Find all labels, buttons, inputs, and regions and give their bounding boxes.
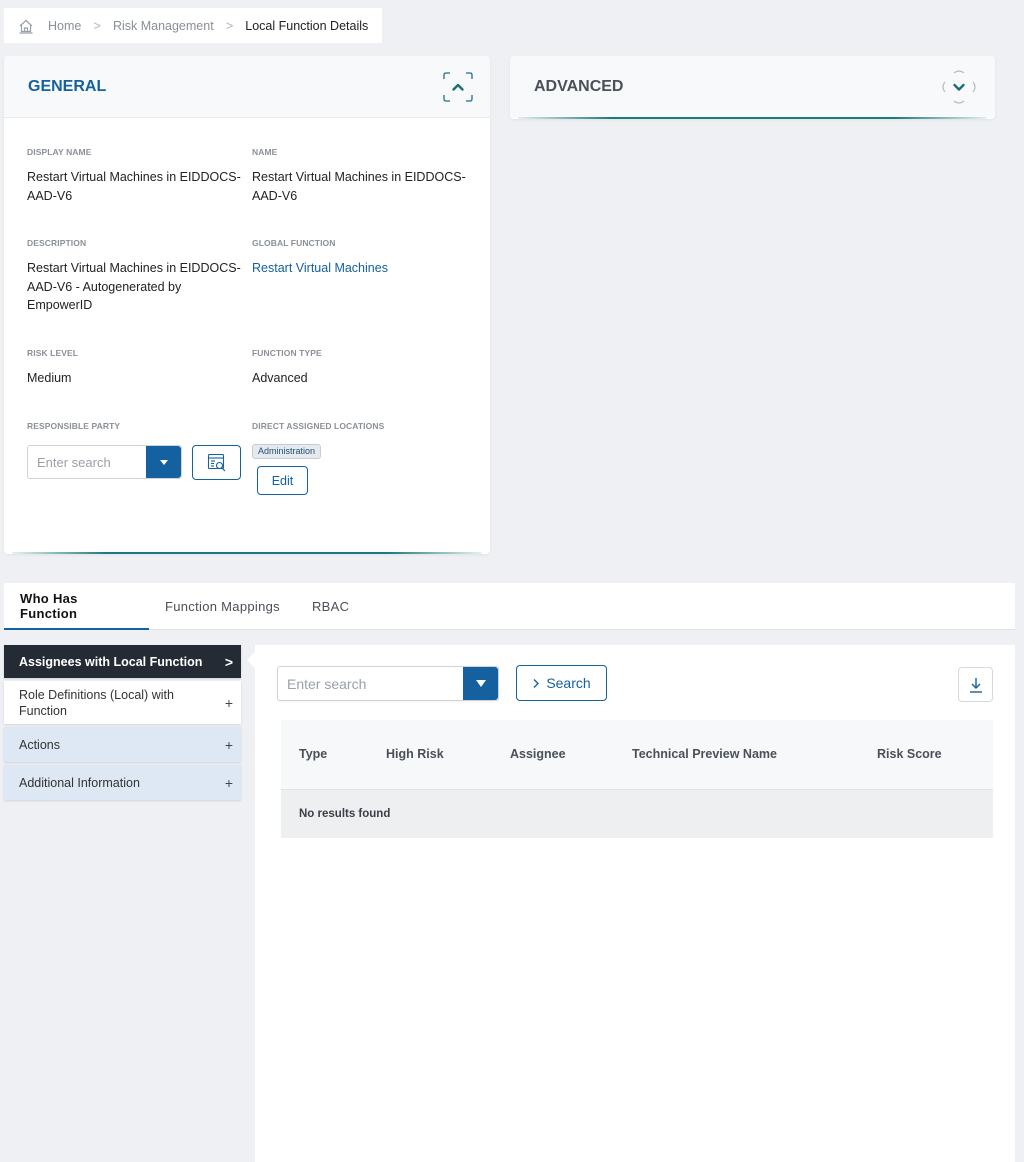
advanced-title: ADVANCED	[534, 78, 624, 95]
description-value: Restart Virtual Machines in EIDDOCS-AAD-…	[27, 261, 241, 312]
function-type-label: FUNCTION TYPE	[252, 348, 322, 358]
sidebar-item-role-definitions[interactable]: Role Definitions (Local) with Function +	[4, 681, 241, 724]
caret-down-icon	[159, 459, 168, 465]
edit-locations-button[interactable]: Edit	[257, 466, 308, 495]
column-header-technical-preview-name[interactable]: Technical Preview Name	[632, 747, 777, 761]
card-accent-line	[12, 552, 482, 554]
caret-down-icon	[475, 680, 486, 687]
display-name-label: DISPLAY NAME	[27, 147, 92, 157]
direct-locations-field: DIRECT ASSIGNED LOCATIONS	[252, 421, 472, 431]
search-button[interactable]: Search	[516, 665, 607, 701]
global-function-link[interactable]: Restart Virtual Machines	[252, 259, 472, 278]
general-card-header: GENERAL	[4, 56, 490, 118]
risk-level-field: RISK LEVEL Medium	[27, 348, 247, 388]
column-header-high-risk[interactable]: High Risk	[386, 747, 444, 761]
function-type-field: FUNCTION TYPE Advanced	[252, 348, 472, 388]
advanced-card: ADVANCED	[510, 56, 995, 119]
sidebar-item-label: Additional Information	[19, 775, 140, 790]
grid-search-input[interactable]: Enter search	[278, 667, 463, 700]
tab-who-has-function[interactable]: Who Has Function	[4, 583, 149, 630]
global-function-field: GLOBAL FUNCTION Restart Virtual Machines	[252, 238, 472, 278]
results-panel: Enter search Search Type High Risk Assig…	[255, 645, 1015, 1162]
tab-bar: Who Has Function Function Mappings RBAC	[4, 583, 1015, 630]
empty-results-message: No results found	[281, 790, 993, 838]
sidebar-item-additional-information[interactable]: Additional Information +	[4, 765, 241, 800]
collapse-button[interactable]	[443, 71, 473, 102]
chevron-down-icon	[942, 70, 976, 104]
column-header-assignee[interactable]: Assignee	[510, 747, 566, 761]
list-search-icon	[207, 453, 225, 471]
risk-level-label: RISK LEVEL	[27, 348, 79, 358]
general-card: GENERAL DISPLAY NAME Restart Virtual Mac…	[4, 56, 490, 554]
download-icon	[969, 677, 982, 693]
search-button-label: Search	[546, 675, 591, 691]
sidebar-item-label: Actions	[19, 737, 60, 752]
home-icon[interactable]	[18, 18, 34, 34]
location-tag: Administration	[252, 444, 322, 459]
direct-locations-label: DIRECT ASSIGNED LOCATIONS	[252, 421, 385, 431]
panel-pointer	[247, 652, 255, 668]
breadcrumb: Home > Risk Management > Local Function …	[4, 8, 382, 43]
responsible-party-label: RESPONSIBLE PARTY	[27, 421, 121, 431]
grid-search-dropdown-button[interactable]	[463, 667, 498, 700]
description-label: DESCRIPTION	[27, 238, 87, 248]
sidebar-item-label: Assignees with Local Function	[19, 654, 203, 669]
plus-icon: +	[224, 774, 233, 791]
chevron-right-icon: >	[93, 18, 101, 33]
plus-icon: +	[224, 694, 233, 711]
download-button[interactable]	[958, 667, 993, 702]
responsible-party-field: RESPONSIBLE PARTY	[27, 421, 247, 431]
sidebar-item-assignees[interactable]: Assignees with Local Function >	[4, 645, 241, 678]
sidebar-item-label: Role Definitions (Local) with Function	[19, 687, 174, 718]
name-field: NAME Restart Virtual Machines in EIDDOCS…	[252, 147, 472, 205]
description-field: DESCRIPTION Restart Virtual Machines in …	[27, 238, 247, 315]
name-value: Restart Virtual Machines in EIDDOCS-AAD-…	[252, 170, 466, 203]
chevron-right-icon	[533, 678, 540, 688]
tab-rbac[interactable]: RBAC	[296, 583, 365, 630]
tab-function-mappings[interactable]: Function Mappings	[149, 583, 296, 630]
responsible-party-dropdown-button[interactable]	[146, 446, 181, 478]
card-accent-line	[518, 117, 987, 119]
breadcrumb-home[interactable]: Home	[48, 19, 81, 33]
responsible-party-combobox[interactable]: Enter search	[27, 445, 182, 479]
responsible-party-input[interactable]: Enter search	[28, 446, 146, 478]
chevron-right-icon: >	[224, 653, 233, 670]
display-name-field: DISPLAY NAME Restart Virtual Machines in…	[27, 147, 247, 205]
plus-icon: +	[224, 736, 233, 753]
responsible-party-browse-button[interactable]	[192, 445, 241, 480]
global-function-label: GLOBAL FUNCTION	[252, 238, 336, 248]
chevron-up-icon	[443, 71, 473, 102]
display-name-value: Restart Virtual Machines in EIDDOCS-AAD-…	[27, 170, 241, 203]
risk-level-value: Medium	[27, 371, 72, 385]
results-grid: Type High Risk Assignee Technical Previe…	[281, 720, 993, 838]
breadcrumb-risk-management[interactable]: Risk Management	[113, 19, 214, 33]
breadcrumb-current: Local Function Details	[245, 18, 369, 33]
general-title: GENERAL	[28, 77, 107, 95]
column-header-risk-score[interactable]: Risk Score	[877, 747, 942, 761]
column-header-type[interactable]: Type	[299, 747, 327, 761]
grid-header-row: Type High Risk Assignee Technical Previe…	[281, 720, 993, 790]
function-type-value: Advanced	[252, 371, 308, 385]
name-label: NAME	[252, 147, 278, 157]
grid-search-combobox[interactable]: Enter search	[277, 666, 499, 701]
sidebar-item-actions[interactable]: Actions +	[4, 727, 241, 762]
advanced-card-header: ADVANCED	[510, 56, 995, 118]
expand-button[interactable]	[940, 68, 978, 106]
chevron-right-icon: >	[225, 18, 234, 33]
section-sidebar: Assignees with Local Function > Role Def…	[4, 645, 241, 803]
